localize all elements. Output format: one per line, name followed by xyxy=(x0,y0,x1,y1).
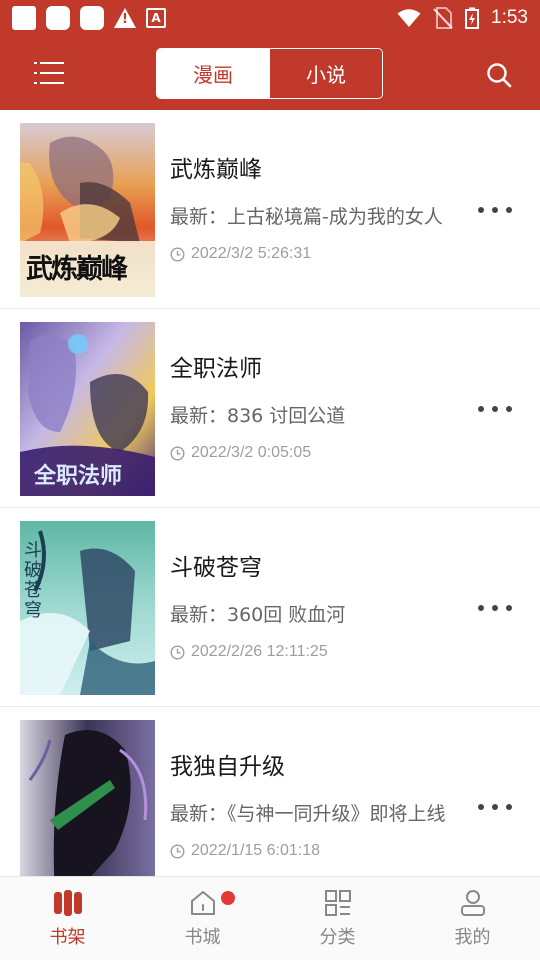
clock-icon xyxy=(170,843,185,859)
notification-square-icon xyxy=(12,6,36,30)
nav-label: 书架 xyxy=(49,927,86,948)
bookshelf-icon xyxy=(53,890,82,916)
bottom-navigation: 书架 书城 分类 我的 xyxy=(0,876,540,960)
latest-chapter: 最新：上古秘境篇-成为我的女人 xyxy=(170,206,443,228)
nav-bookshelf[interactable]: 书架 xyxy=(0,877,135,960)
more-options-button[interactable] xyxy=(478,600,512,616)
content-type-switch: 漫画 小说 xyxy=(156,48,383,99)
nav-label: 分类 xyxy=(319,927,356,948)
nav-label: 书城 xyxy=(184,927,221,948)
list-item[interactable]: 斗破苍穹 斗破苍穹 最新：360回 败血河 2022/2/26 12:11:25 xyxy=(0,508,540,707)
latest-chapter: 最新：360回 败血河 xyxy=(170,604,346,626)
nav-label: 我的 xyxy=(454,927,491,948)
accessibility-icon: A xyxy=(146,8,166,28)
update-time: 2022/3/2 0:05:05 xyxy=(170,444,311,462)
status-notifications: A xyxy=(12,6,166,30)
update-time-text: 2022/3/2 0:05:05 xyxy=(191,444,312,461)
latest-chapter: 最新：《与神一同升级》即将上线 xyxy=(170,803,446,825)
status-bar: A 1:53 xyxy=(0,0,540,36)
clock-icon xyxy=(170,644,185,660)
update-time: 2022/2/26 12:11:25 xyxy=(170,643,328,661)
cover-image[interactable]: 斗破苍穹 xyxy=(20,521,155,695)
cover-title: 武炼巅峰 xyxy=(26,254,128,285)
nav-store[interactable]: 书城 xyxy=(135,877,270,960)
more-options-button[interactable] xyxy=(478,202,512,218)
update-time: 2022/1/15 6:01:18 xyxy=(170,842,320,860)
list-item[interactable]: 全职法师 全职法师 最新：836 讨回公道 2022/3/2 0:05:05 xyxy=(0,309,540,508)
list-item[interactable]: 武炼巅峰 武炼巅峰 最新：上古秘境篇-成为我的女人 2022/3/2 5:26:… xyxy=(0,110,540,309)
cover-image[interactable] xyxy=(20,720,155,876)
nav-category[interactable]: 分类 xyxy=(270,877,405,960)
cover-title: 全职法师 xyxy=(34,464,123,489)
update-time: 2022/3/2 5:26:31 xyxy=(170,245,311,263)
menu-icon xyxy=(34,62,64,84)
more-options-button[interactable] xyxy=(478,401,512,417)
comic-title: 斗破苍穹 xyxy=(170,555,262,581)
update-time-text: 2022/2/26 12:11:25 xyxy=(191,643,328,660)
no-sim-icon xyxy=(433,7,453,29)
notification-badge xyxy=(221,891,235,905)
warning-icon xyxy=(114,8,136,28)
menu-button[interactable] xyxy=(34,60,64,86)
update-time-text: 2022/1/15 6:01:18 xyxy=(191,842,321,859)
latest-chapter: 最新：836 讨回公道 xyxy=(170,405,346,427)
clock-icon xyxy=(170,445,185,461)
user-icon xyxy=(460,890,485,916)
search-button[interactable] xyxy=(486,62,512,88)
bookshelf-list: 武炼巅峰 武炼巅峰 最新：上古秘境篇-成为我的女人 2022/3/2 5:26:… xyxy=(0,110,540,876)
home-icon xyxy=(190,891,215,915)
cover-title: 斗破苍穹 xyxy=(24,540,42,621)
comic-title: 全职法师 xyxy=(170,356,262,382)
grid-icon xyxy=(324,890,351,916)
comic-title: 我独自升级 xyxy=(170,754,285,780)
tab-novel[interactable]: 小说 xyxy=(269,49,382,98)
clock-icon xyxy=(170,246,185,262)
clock: 1:53 xyxy=(491,7,528,28)
status-system: 1:53 xyxy=(397,7,528,29)
cover-image[interactable]: 全职法师 xyxy=(20,322,155,496)
cover-image[interactable]: 武炼巅峰 xyxy=(20,123,155,297)
battery-charging-icon xyxy=(465,7,480,29)
update-time-text: 2022/3/2 5:26:31 xyxy=(191,245,312,262)
more-options-button[interactable] xyxy=(478,799,512,815)
wifi-icon xyxy=(397,9,421,27)
notification-square-icon xyxy=(46,6,70,30)
search-icon xyxy=(487,63,512,88)
comic-title: 武炼巅峰 xyxy=(170,157,262,183)
tab-manga[interactable]: 漫画 xyxy=(157,49,269,98)
list-item[interactable]: 我独自升级 最新：《与神一同升级》即将上线 2022/1/15 6:01:18 xyxy=(0,707,540,876)
nav-profile[interactable]: 我的 xyxy=(405,877,540,960)
app-bar: 漫画 小说 xyxy=(0,36,540,110)
notification-square-icon xyxy=(80,6,104,30)
